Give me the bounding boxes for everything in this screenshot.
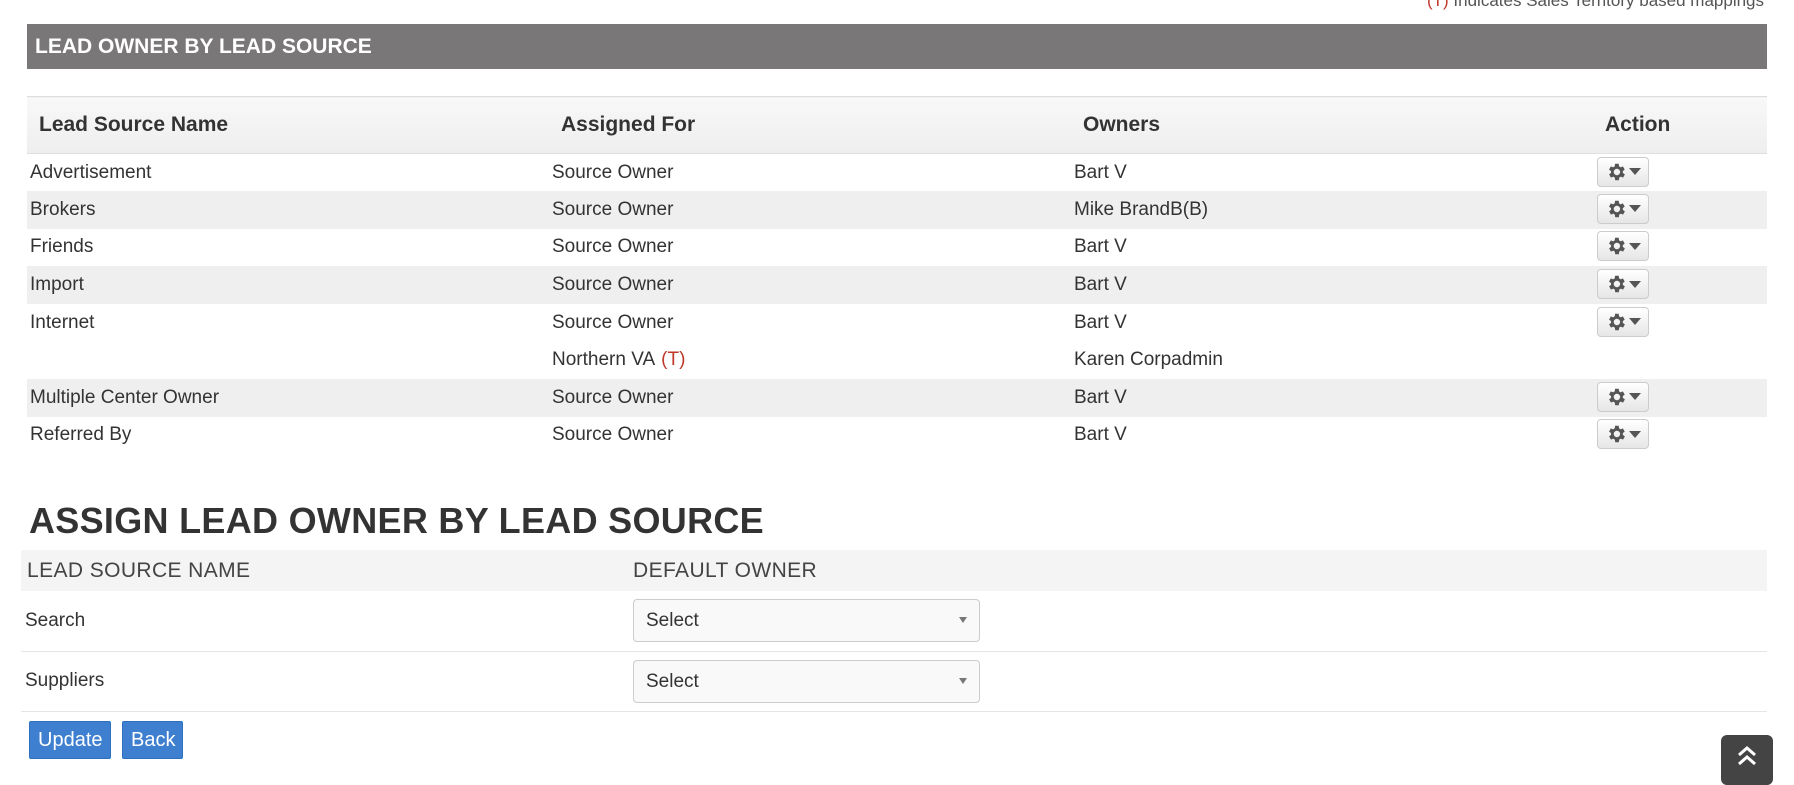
column-header-action: Action [1593, 96, 1767, 154]
action-cell [1593, 266, 1767, 304]
gear-icon [1609, 238, 1625, 255]
gear-icon [1609, 163, 1625, 180]
chevron-down-icon [1629, 430, 1641, 438]
lead-source-cell [27, 341, 549, 379]
lead-source-cell: Advertisement [30, 161, 152, 183]
action-menu-button[interactable] [1597, 381, 1649, 412]
assigned-for-cell: Source Owner [552, 311, 674, 333]
table-row: Import Source Owner Bart V [27, 266, 1767, 304]
column-header-default-owner: DEFAULT OWNER [633, 550, 1767, 591]
action-cell [1593, 304, 1767, 342]
table-row: Northern VA (T) Karen Corpadmin [27, 341, 1767, 379]
update-button[interactable]: Update [29, 721, 111, 759]
gear-icon [1609, 426, 1625, 443]
lead-source-cell: Friends [30, 236, 94, 258]
action-cell [1593, 417, 1767, 455]
lead-owner-table: Lead Source Name Assigned For Owners Act… [27, 96, 1767, 454]
assign-section-heading: ASSIGN LEAD OWNER BY LEAD SOURCE [29, 500, 764, 541]
owner-cell: Bart V [1071, 379, 1593, 417]
chevron-down-icon [1629, 280, 1641, 288]
action-cell [1593, 154, 1767, 192]
assign-header-row: LEAD SOURCE NAME DEFAULT OWNER [21, 550, 1767, 591]
select-value: Select [646, 610, 699, 632]
column-header-lead-source: Lead Source Name [27, 96, 549, 154]
scroll-to-top-button[interactable] [1721, 735, 1773, 785]
chevron-down-icon [1629, 205, 1641, 213]
default-owner-select[interactable]: Select [633, 659, 980, 703]
gear-icon [1609, 313, 1625, 330]
assigned-for-cell: Northern VA (T) [549, 341, 1071, 379]
chevron-down-icon [1629, 393, 1641, 401]
table-row: Advertisement Source Owner Bart V [27, 154, 1767, 192]
table-row: Referred By Source Owner Bart V [27, 417, 1767, 455]
owner-cell: Karen Corpadmin [1074, 349, 1223, 371]
owner-cell: Bart V [1071, 266, 1593, 304]
gear-icon [1609, 275, 1625, 293]
action-menu-button[interactable] [1597, 419, 1649, 450]
column-header-assigned-for: Assigned For [549, 96, 1071, 154]
action-menu-button[interactable] [1597, 306, 1649, 337]
assign-row: Suppliers Select [21, 651, 1767, 712]
action-menu-button[interactable] [1597, 193, 1649, 224]
action-cell [1593, 229, 1767, 267]
lead-source-name-cell: Search [21, 591, 633, 652]
assign-row: Search Select [21, 591, 1767, 652]
territory-note-text: Indicates Sales Territory based mappings [1448, 0, 1764, 10]
gear-icon [1609, 388, 1625, 406]
default-owner-cell: Select [633, 591, 1767, 652]
assigned-for-cell: Source Owner [552, 424, 674, 446]
default-owner-cell: Select [633, 651, 1767, 712]
column-header-owners: Owners [1071, 96, 1593, 154]
table-row: Friends Source Owner Bart V [27, 229, 1767, 267]
action-cell [1593, 379, 1767, 417]
owner-cell: Mike BrandB(B) [1071, 191, 1593, 229]
action-menu-button[interactable] [1597, 269, 1649, 300]
chevron-down-icon [1629, 318, 1641, 326]
owner-cell: Bart V [1074, 161, 1127, 183]
owner-cell: Bart V [1074, 311, 1127, 333]
chevron-down-icon [1629, 242, 1641, 250]
action-cell [1593, 191, 1767, 229]
assigned-for-cell: Source Owner [549, 379, 1071, 417]
section-banner: LEAD OWNER BY LEAD SOURCE [27, 24, 1767, 69]
assigned-for-cell: Source Owner [549, 266, 1071, 304]
assigned-for-cell: Source Owner [552, 236, 674, 258]
lead-source-cell: Referred By [30, 424, 132, 446]
chevron-down-icon [959, 677, 967, 684]
owner-cell: Bart V [1074, 236, 1127, 258]
chevron-down-icon [1629, 168, 1641, 176]
lead-source-name-cell: Suppliers [21, 651, 633, 712]
table-header-row: Lead Source Name Assigned For Owners Act… [27, 96, 1767, 154]
territory-name: Northern VA [552, 349, 656, 371]
lead-source-cell: Import [27, 266, 549, 304]
back-button[interactable]: Back [122, 721, 183, 759]
select-value: Select [646, 670, 699, 692]
assigned-for-cell: Source Owner [552, 161, 674, 183]
gear-icon [1609, 200, 1625, 218]
default-owner-select[interactable]: Select [633, 599, 980, 643]
double-chevron-up-icon [1738, 746, 1756, 766]
table-row: Multiple Center Owner Source Owner Bart … [27, 379, 1767, 417]
territory-mark: (T) [661, 349, 686, 371]
chevron-down-icon [959, 617, 967, 624]
action-menu-button[interactable] [1597, 156, 1649, 187]
territory-legend-note: (T) Indicates Sales Territory based mapp… [1427, 0, 1764, 11]
assign-owner-table: LEAD SOURCE NAME DEFAULT OWNER Search Se… [21, 550, 1767, 712]
table-row: Brokers Source Owner Mike BrandB(B) [27, 191, 1767, 229]
action-menu-button[interactable] [1597, 231, 1649, 262]
lead-source-cell: Internet [30, 311, 95, 333]
territory-mark: (T) [1426, 0, 1449, 10]
owner-cell: Bart V [1074, 424, 1127, 446]
lead-source-cell: Multiple Center Owner [27, 379, 549, 417]
table-row: Internet Source Owner Bart V [27, 304, 1767, 342]
column-header-lead-source-name: LEAD SOURCE NAME [21, 550, 633, 591]
assigned-for-cell: Source Owner [549, 191, 1071, 229]
lead-source-cell: Brokers [27, 191, 549, 229]
action-cell [1593, 341, 1767, 379]
